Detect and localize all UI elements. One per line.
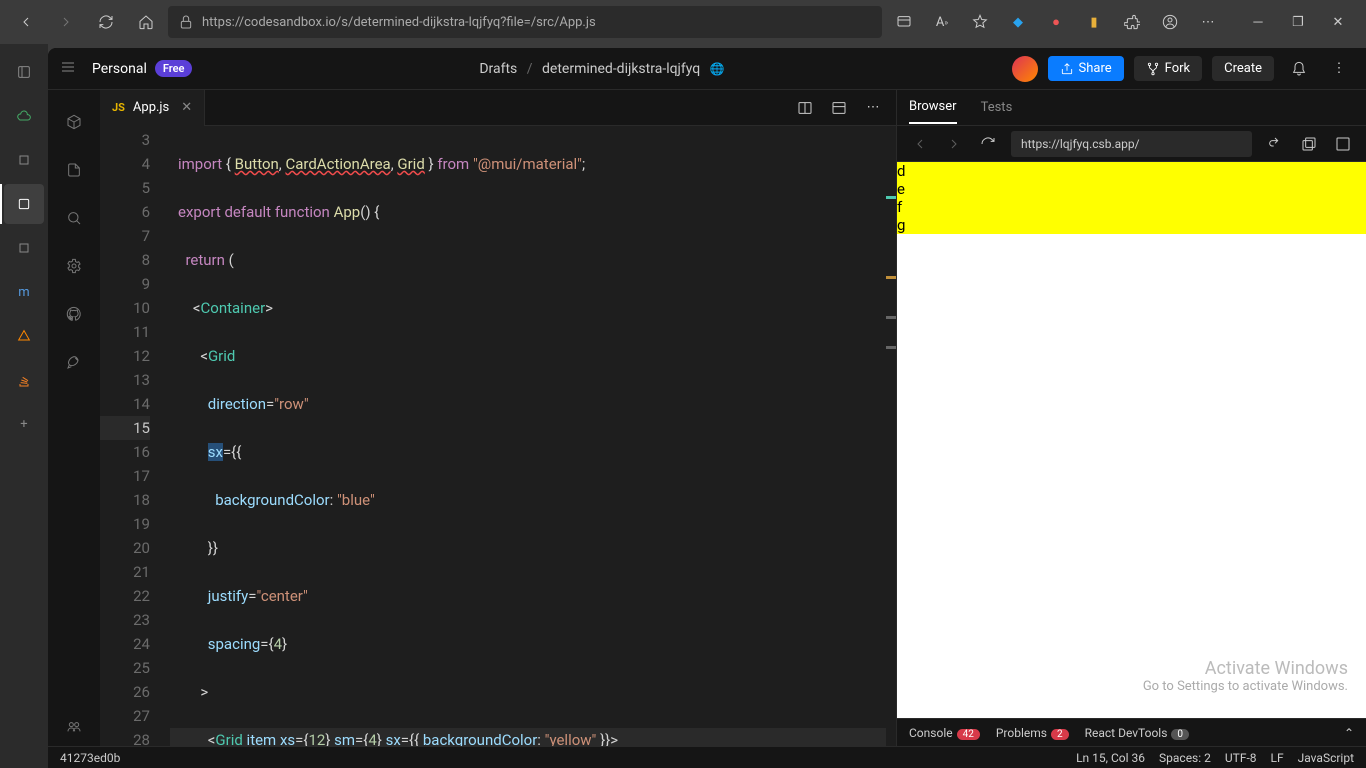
workspace-name[interactable]: Personal (92, 61, 147, 77)
menu-button[interactable] (60, 59, 88, 79)
ab-github-icon[interactable] (54, 294, 94, 334)
line-gutter: 3456789101112131415161718192021222324252… (100, 126, 170, 746)
header-more-button[interactable]: ⋮ (1324, 54, 1354, 84)
notifications-button[interactable] (1284, 54, 1314, 84)
footer-chevron-icon[interactable]: ⌃ (1344, 726, 1354, 740)
layout-button[interactable] (824, 93, 854, 123)
read-aloud-icon[interactable]: A» (924, 6, 960, 38)
preview-output: d e f g (897, 162, 1366, 234)
globe-icon: 🌐 (710, 62, 725, 76)
nav-forward-button[interactable] (48, 6, 84, 38)
avatar[interactable] (1012, 56, 1038, 82)
preview-footer: Console42 Problems2 React DevTools0 ⌃ (897, 718, 1366, 746)
preview-tab-tests[interactable]: Tests (981, 92, 1013, 123)
code-editor[interactable]: 3456789101112131415161718192021222324252… (100, 126, 896, 746)
nav-refresh-button[interactable] (88, 6, 124, 38)
ext3-icon[interactable]: ▮ (1076, 6, 1112, 38)
ab-sandbox-icon[interactable] (54, 102, 94, 142)
browser-url-bar[interactable]: https://codesandbox.io/s/determined-dijk… (168, 6, 882, 38)
preview-viewport[interactable]: d e f g Activate Windows Go to Settings … (897, 162, 1366, 718)
rail-tab-assistant-icon[interactable] (4, 316, 44, 356)
preview-forward-button[interactable] (939, 129, 969, 159)
status-bar: 41273ed0b Ln 15, Col 36 Spaces: 2 UTF-8 … (48, 746, 1366, 768)
ab-settings-icon[interactable] (54, 246, 94, 286)
profile-icon[interactable] (1152, 6, 1188, 38)
rail-tab-cloud-icon[interactable] (4, 96, 44, 136)
activity-bar (48, 90, 100, 746)
ab-live-icon[interactable] (54, 706, 94, 746)
rail-add-button[interactable]: + (4, 404, 44, 444)
status-eol[interactable]: LF (1271, 751, 1284, 765)
preview-back-button[interactable] (905, 129, 935, 159)
ab-explorer-icon[interactable] (54, 150, 94, 190)
preview-expand-button[interactable] (1328, 129, 1358, 159)
ext2-icon[interactable]: ● (1038, 6, 1074, 38)
minimap[interactable] (886, 126, 896, 746)
nav-back-button[interactable] (8, 6, 44, 38)
preview-url-bar[interactable]: https://lqjfyq.csb.app/ (1011, 131, 1252, 157)
code-content[interactable]: import { Button, CardActionArea, Grid } … (170, 126, 896, 746)
favorite-icon[interactable] (962, 6, 998, 38)
window-close-button[interactable]: ✕ (1318, 6, 1358, 38)
rail-tab-square-icon[interactable] (4, 140, 44, 180)
breadcrumb-item[interactable]: determined-dijkstra-lqjfyq (542, 61, 700, 77)
window-minimize-button[interactable]: ─ (1238, 6, 1278, 38)
create-button[interactable]: Create (1212, 56, 1274, 81)
breadcrumb: Drafts / determined-dijkstra-lqjfyq 🌐 (192, 61, 1011, 77)
share-button[interactable]: Share (1048, 56, 1124, 81)
ext1-icon[interactable]: ◆ (1000, 6, 1036, 38)
problems-tab[interactable]: Problems2 (996, 726, 1069, 740)
preview-toolbar: https://lqjfyq.csb.app/ (897, 126, 1366, 162)
tab-filename: App.js (133, 100, 169, 115)
extensions-icon[interactable] (1114, 6, 1150, 38)
js-file-icon: JS (112, 101, 125, 114)
window-maximize-button[interactable]: ❐ (1278, 6, 1318, 38)
status-spaces[interactable]: Spaces: 2 (1159, 751, 1211, 765)
tab-close-button[interactable]: ✕ (181, 100, 192, 115)
rail-tab-square2-icon[interactable] (4, 228, 44, 268)
lock-icon (178, 14, 194, 30)
more-icon[interactable]: ⋯ (1190, 6, 1226, 38)
preview-reload-button[interactable] (973, 129, 1003, 159)
rail-tab-m-icon[interactable]: m (4, 272, 44, 312)
browser-toolbar: https://codesandbox.io/s/determined-dijk… (0, 0, 1366, 44)
rail-tab-active-icon[interactable] (4, 184, 44, 224)
status-language[interactable]: JavaScript (1298, 751, 1354, 765)
app-mode-icon[interactable] (886, 6, 922, 38)
editor-tab-appjs[interactable]: JS App.js ✕ (100, 90, 205, 126)
windows-watermark: Activate Windows Go to Settings to activ… (1143, 658, 1348, 694)
status-cursor[interactable]: Ln 15, Col 36 (1076, 751, 1145, 765)
codesandbox-header: Personal Free Drafts / determined-dijkst… (48, 48, 1366, 90)
ab-search-icon[interactable] (54, 198, 94, 238)
preview-tab-browser[interactable]: Browser (909, 91, 957, 124)
preview-tabs: Browser Tests (897, 90, 1366, 126)
rail-tab-stack-icon[interactable] (4, 360, 44, 400)
status-encoding[interactable]: UTF-8 (1225, 751, 1257, 765)
breadcrumb-root[interactable]: Drafts (479, 61, 517, 77)
browser-url-text: https://codesandbox.io/s/determined-dijk… (202, 15, 596, 30)
preview-newwindow-button[interactable] (1294, 129, 1324, 159)
status-commit[interactable]: 41273ed0b (60, 751, 120, 765)
preview-panel: Browser Tests https://lqjfyq.csb.app/ (896, 90, 1366, 746)
editor-tabs: JS App.js ✕ ⋯ (100, 90, 896, 126)
rail-tab-workspace-icon[interactable] (4, 52, 44, 92)
split-editor-button[interactable] (790, 93, 820, 123)
console-tab[interactable]: Console42 (909, 726, 980, 740)
devtools-tab[interactable]: React DevTools0 (1085, 726, 1189, 740)
edge-sidebar: m + (0, 44, 48, 768)
ab-deploy-icon[interactable] (54, 342, 94, 382)
plan-badge: Free (155, 60, 193, 77)
preview-action1-button[interactable] (1260, 129, 1290, 159)
fork-button[interactable]: Fork (1134, 56, 1202, 81)
editor-more-button[interactable]: ⋯ (858, 93, 888, 123)
editor-area: JS App.js ✕ ⋯ 34567891011121314151617181… (100, 90, 896, 746)
nav-home-button[interactable] (128, 6, 164, 38)
